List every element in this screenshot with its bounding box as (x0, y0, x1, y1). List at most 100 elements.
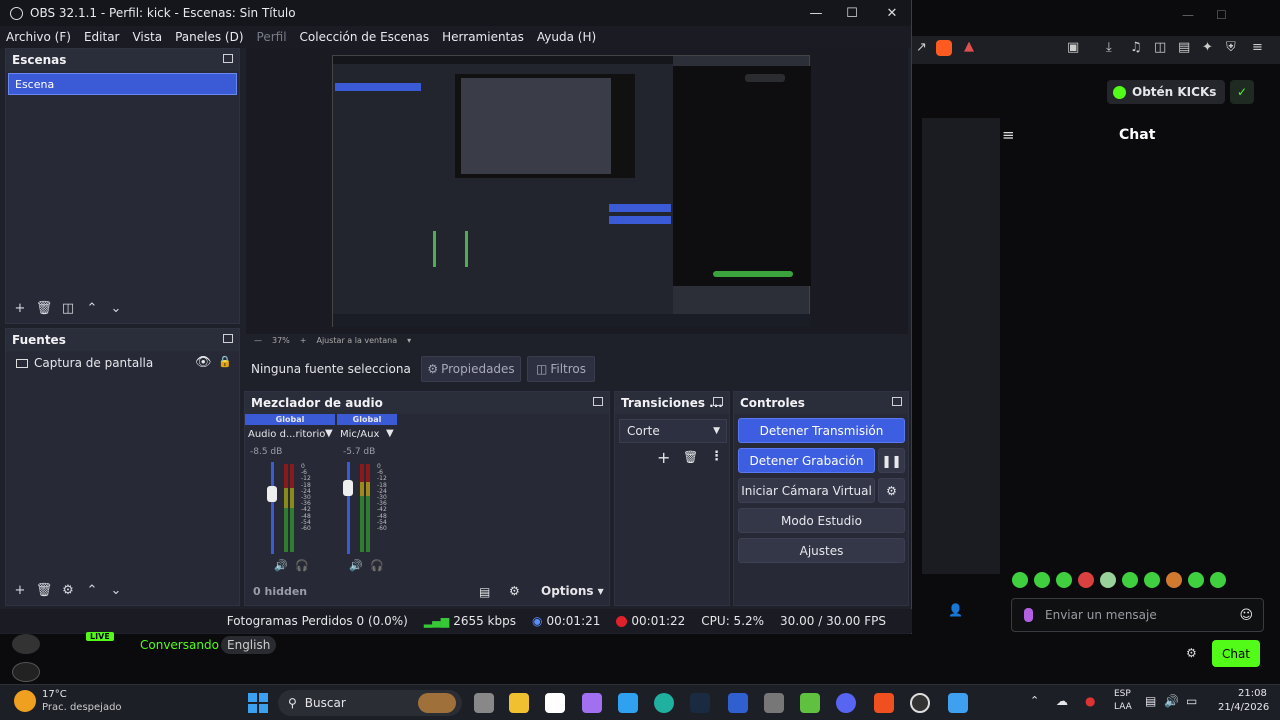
brave-icon[interactable] (874, 693, 894, 713)
speaker-icon[interactable]: 🔊 (349, 559, 363, 572)
undock-icon[interactable] (223, 334, 233, 343)
screenshot-icon[interactable]: ▣ (1067, 40, 1079, 55)
trash-icon[interactable]: 🗑 (32, 301, 56, 316)
move-down-icon[interactable]: ⌄ (104, 301, 128, 316)
gear-icon[interactable]: ⚙ (1186, 646, 1197, 660)
filter-icon[interactable]: ◫ (56, 301, 80, 316)
zoom-out-icon[interactable]: — (254, 336, 262, 345)
share-icon[interactable]: ↗ (916, 40, 927, 55)
app-icon[interactable] (800, 693, 820, 713)
snipping-tool-icon[interactable] (545, 693, 565, 713)
studio-mode-button[interactable]: Modo Estudio (738, 508, 905, 533)
move-down-icon[interactable]: ⌄ (104, 583, 128, 598)
trash-icon[interactable]: 🗑 (32, 583, 56, 598)
menu-perfil[interactable]: Perfil (257, 30, 287, 44)
settings-button[interactable]: Ajustes (738, 538, 905, 563)
move-up-icon[interactable]: ⌃ (80, 583, 104, 598)
add-icon[interactable]: + (8, 583, 32, 598)
send-chat-button[interactable]: Chat (1212, 640, 1260, 667)
speaker-icon[interactable]: 🔊 (274, 559, 288, 572)
stop-stream-button[interactable]: Detener Transmisión (738, 418, 905, 443)
weather-desc[interactable]: Prac. despejado (42, 702, 122, 713)
emote-icon[interactable] (1034, 572, 1050, 588)
minimize-button[interactable]: — (796, 0, 836, 26)
chevron-up-icon[interactable]: ⌃ (1030, 694, 1039, 707)
weather-temp[interactable]: 17°C (42, 689, 67, 700)
language-tag[interactable]: English (221, 636, 277, 654)
avatar[interactable] (12, 634, 40, 654)
trash-icon[interactable]: 🗑 (683, 450, 698, 464)
zoom-in-icon[interactable]: + (300, 336, 307, 345)
menu-paneles[interactable]: Paneles (D) (175, 30, 243, 44)
start-virtual-camera-button[interactable]: Iniciar Cámara Virtual (738, 478, 875, 503)
emote-icon[interactable] (1144, 572, 1160, 588)
taskbar-search[interactable]: ⚲ Buscar (278, 690, 462, 716)
download-icon[interactable]: ⤓ (1106, 40, 1112, 55)
emote-icon[interactable] (1122, 572, 1138, 588)
eye-icon[interactable]: 👁 (195, 355, 212, 370)
emote-icon[interactable] (1100, 572, 1116, 588)
stop-recording-button[interactable]: Detener Grabación (738, 448, 875, 473)
emote-icon[interactable] (1188, 572, 1204, 588)
collapse-chat-icon[interactable]: ≡ (1002, 126, 1015, 144)
undock-icon[interactable] (713, 397, 723, 406)
weather-icon[interactable] (14, 690, 36, 712)
undock-icon[interactable] (892, 397, 902, 406)
transition-select[interactable]: Corte ▼ (619, 419, 727, 443)
minimize-button[interactable]: — (1182, 8, 1194, 22)
vscode-icon[interactable] (728, 693, 748, 713)
avatar[interactable] (12, 662, 40, 682)
store-icon[interactable] (618, 693, 638, 713)
music-icon[interactable]: ♫ (1130, 40, 1142, 55)
emote-icon[interactable] (1012, 572, 1028, 588)
menu-archivo[interactable]: Archivo (F) (6, 30, 71, 44)
volume-icon[interactable]: 🔊 (1164, 694, 1179, 708)
close-button[interactable]: ✕ (872, 0, 912, 26)
keyboard-lang-2[interactable]: LAA (1114, 702, 1132, 712)
volume-slider-track[interactable] (271, 462, 274, 554)
emote-icon[interactable] (1056, 572, 1072, 588)
headphones-icon[interactable]: 🎧 (295, 559, 309, 572)
volume-slider-handle[interactable] (267, 486, 277, 502)
volume-slider-track[interactable] (347, 462, 350, 554)
clock-time[interactable]: 21:08 (1238, 688, 1267, 699)
virtual-camera-settings-button[interactable]: ⚙ (878, 478, 905, 503)
get-kicks-button[interactable]: Obtén KICKs (1107, 80, 1225, 104)
move-up-icon[interactable]: ⌃ (80, 301, 104, 316)
chevron-down-icon[interactable]: ▾ (407, 336, 411, 345)
menu-coleccion-escenas[interactable]: Colección de Escenas (300, 30, 430, 44)
vpn-icon[interactable]: ⛨ (1226, 40, 1236, 55)
filters-button[interactable]: ◫ Filtros (527, 356, 595, 382)
rewards-icon[interactable]: ▲ (964, 39, 974, 54)
more-options-icon[interactable]: ⋮ (710, 449, 723, 464)
clock-date[interactable]: 21/4/2026 (1218, 702, 1269, 713)
options-button[interactable]: Options ▾ (541, 584, 604, 598)
source-item[interactable]: Captura de pantalla 👁 🔒 (6, 351, 239, 375)
app-icon[interactable] (948, 693, 968, 713)
profile-avatar[interactable]: ✓ (1230, 80, 1254, 104)
scene-item[interactable]: Escena (8, 73, 237, 95)
chevron-down-icon[interactable]: ▼ (386, 428, 394, 439)
gear-icon[interactable]: ⚙ (56, 583, 80, 598)
preview-canvas[interactable] (332, 55, 811, 327)
task-view-icon[interactable] (474, 693, 494, 713)
wallet-icon[interactable]: ▤ (1178, 40, 1190, 55)
sidebar-icon[interactable]: ◫ (1154, 40, 1166, 55)
network-icon[interactable]: ▤ (1145, 694, 1156, 708)
menu-editar[interactable]: Editar (84, 30, 120, 44)
chevron-down-icon[interactable]: ▼ (325, 428, 333, 439)
lock-icon[interactable]: 🔒 (218, 355, 232, 368)
battery-icon[interactable]: ▭ (1186, 694, 1197, 708)
chat-message-input[interactable]: Enviar un mensaje ☺ (1011, 598, 1264, 632)
app-icon[interactable] (764, 693, 784, 713)
windows-start-icon[interactable] (248, 693, 268, 713)
add-icon[interactable]: + (657, 448, 670, 467)
properties-button[interactable]: ⚙ Propiedades (421, 356, 521, 382)
extensions-icon[interactable]: ✦ (1202, 40, 1213, 55)
cloud-icon[interactable]: ☁ (1056, 694, 1068, 708)
emoji-icon[interactable]: ☺ (1239, 608, 1253, 623)
undock-icon[interactable] (223, 54, 233, 63)
emote-icon[interactable] (1078, 572, 1094, 588)
brave-shield-icon[interactable] (936, 40, 952, 56)
fit-window-label[interactable]: Ajustar a la ventana (316, 336, 397, 345)
